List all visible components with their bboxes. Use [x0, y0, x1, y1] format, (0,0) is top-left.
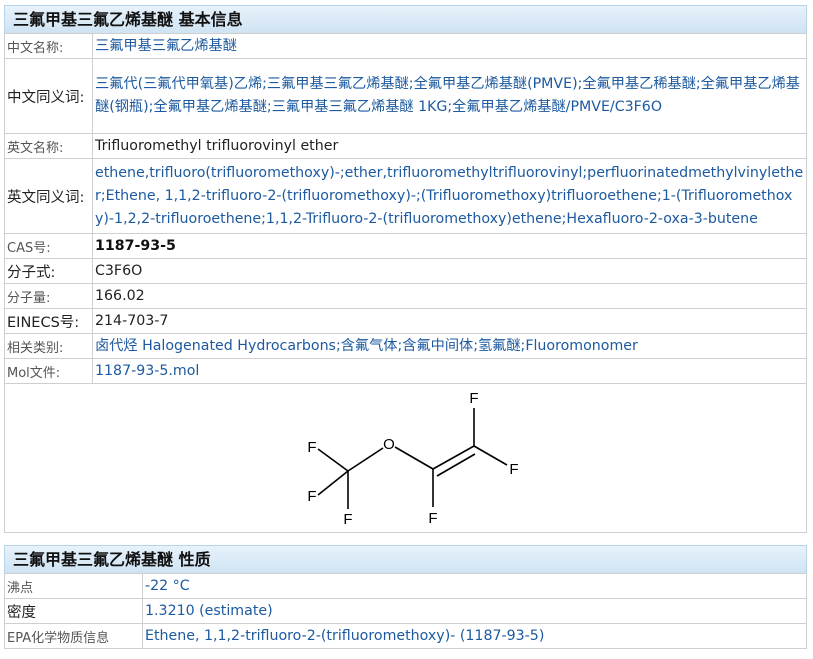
- row-en-name: 英文名称: Trifluoromethyl trifluorovinyl eth…: [4, 133, 807, 159]
- en-synonyms-value[interactable]: ethene,trifluoro(trifluoromethoxy)-;ethe…: [92, 158, 807, 234]
- cn-name-link[interactable]: 三氟甲基三氟乙烯基醚: [92, 33, 807, 59]
- atom-f1: F: [307, 439, 316, 456]
- row-boiling-point: 沸点 -22 °C: [4, 573, 807, 599]
- bond-c1-f1: [317, 448, 348, 472]
- bond-o-c2: [394, 446, 433, 470]
- bond-c1-f2: [317, 470, 348, 496]
- structure-atoms: F F F O F F F: [307, 390, 518, 528]
- atom-f6: F: [509, 461, 518, 478]
- cn-name-label: 中文名称:: [4, 33, 93, 59]
- atom-f5: F: [469, 390, 478, 407]
- formula-value: C3F6O: [92, 258, 807, 284]
- row-formula: 分子式: C3F6O: [4, 258, 807, 284]
- einecs-label: EINECS号:: [4, 308, 93, 334]
- en-synonyms-label: 英文同义词:: [4, 158, 93, 234]
- epa-value[interactable]: Ethene, 1,1,2-trifluoro-2-(trifluorometh…: [142, 623, 807, 649]
- bond-c3-f6: [473, 445, 507, 466]
- atom-f4: F: [428, 510, 437, 527]
- mw-value: 166.02: [92, 283, 807, 309]
- bond-c1-o: [347, 447, 383, 472]
- category-label: 相关类别:: [4, 333, 93, 359]
- cas-value: 1187-93-5: [92, 233, 807, 259]
- row-cn-synonyms: 中文同义词: 三氟代(三氟代甲氧基)乙烯;三氟甲基三氟乙烯基醚;全氟甲基乙烯基醚…: [4, 58, 807, 134]
- basic-info-title: 三氟甲基三氟乙烯基醚 基本信息: [4, 5, 807, 33]
- atom-f2: F: [307, 488, 316, 505]
- bond-c2-c3-double: [436, 453, 475, 477]
- atom-o: O: [383, 436, 395, 453]
- row-cn-name: 中文名称: 三氟甲基三氟乙烯基醚: [4, 33, 807, 59]
- row-mol: Mol文件: 1187-93-5.mol: [4, 358, 807, 384]
- row-density: 密度 1.3210 (estimate): [4, 598, 807, 624]
- en-name-label: 英文名称:: [4, 133, 93, 159]
- properties-section: 三氟甲基三氟乙烯基醚 性质 沸点 -22 °C 密度 1.3210 (estim…: [4, 545, 807, 649]
- boiling-point-label: 沸点: [4, 573, 143, 599]
- row-mw: 分子量: 166.02: [4, 283, 807, 309]
- row-structure: F F F O F F F: [4, 383, 807, 533]
- density-value[interactable]: 1.3210 (estimate): [142, 598, 807, 624]
- row-cas: CAS号: 1187-93-5: [4, 233, 807, 259]
- category-value[interactable]: 卤代烃 Halogenated Hydrocarbons;含氟气体;含氟中间体;…: [92, 333, 807, 359]
- mw-label: 分子量:: [4, 283, 93, 309]
- mol-label: Mol文件:: [4, 358, 93, 384]
- formula-label: 分子式:: [4, 258, 93, 284]
- row-en-synonyms: 英文同义词: ethene,trifluoro(trifluoromethoxy…: [4, 158, 807, 234]
- structure-cell: F F F O F F F: [4, 383, 807, 533]
- structure-diagram: F F F O F F F: [307, 390, 518, 528]
- density-label: 密度: [4, 598, 143, 624]
- epa-label: EPA化学物质信息: [4, 623, 143, 649]
- atom-f3: F: [343, 511, 352, 528]
- basic-info-table: 中文名称: 三氟甲基三氟乙烯基醚 中文同义词: 三氟代(三氟代甲氧基)乙烯;三氟…: [4, 33, 807, 533]
- einecs-value: 214-703-7: [92, 308, 807, 334]
- properties-table: 沸点 -22 °C 密度 1.3210 (estimate) EPA化学物质信息…: [4, 573, 807, 649]
- cn-synonyms-label: 中文同义词:: [4, 58, 93, 134]
- row-einecs: EINECS号: 214-703-7: [4, 308, 807, 334]
- cn-synonyms-value[interactable]: 三氟代(三氟代甲氧基)乙烯;三氟甲基三氟乙烯基醚;全氟甲基乙烯基醚(PMVE);…: [92, 58, 807, 134]
- cas-label: CAS号:: [4, 233, 93, 259]
- basic-info-section: 三氟甲基三氟乙烯基醚 基本信息 中文名称: 三氟甲基三氟乙烯基醚 中文同义词: …: [4, 5, 807, 533]
- boiling-point-value[interactable]: -22 °C: [142, 573, 807, 599]
- en-name-value: Trifluoromethyl trifluorovinyl ether: [92, 133, 807, 159]
- structure-bonds: [317, 408, 507, 509]
- row-category: 相关类别: 卤代烃 Halogenated Hydrocarbons;含氟气体;…: [4, 333, 807, 359]
- properties-title: 三氟甲基三氟乙烯基醚 性质: [4, 545, 807, 573]
- row-epa: EPA化学物质信息 Ethene, 1,1,2-trifluoro-2-(tri…: [4, 623, 807, 649]
- mol-file-link[interactable]: 1187-93-5.mol: [92, 358, 807, 384]
